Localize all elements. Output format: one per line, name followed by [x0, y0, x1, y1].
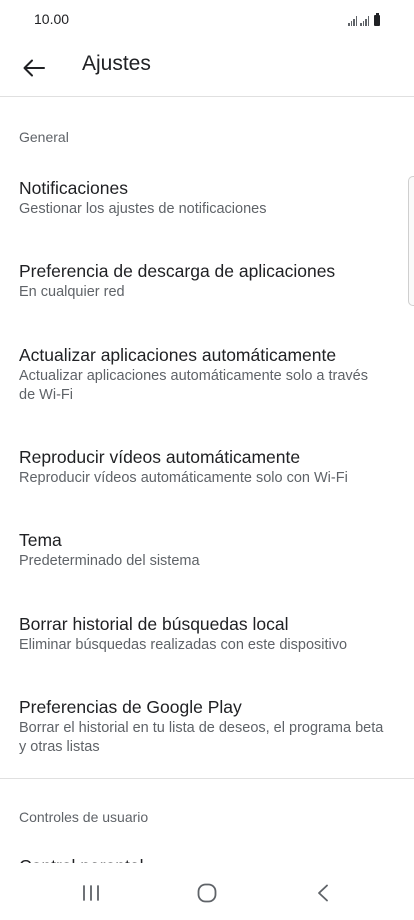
setting-title: Preferencia de descarga de aplicaciones: [19, 261, 336, 281]
app-bar: Ajustes: [0, 40, 414, 97]
setting-title: Reproducir vídeos automáticamente: [19, 447, 301, 467]
setting-subtitle: En cualquier red: [19, 284, 125, 300]
status-icons: [348, 12, 380, 26]
home-icon: [197, 883, 217, 903]
setting-subtitle: Reproducir vídeos automáticamente solo c…: [19, 470, 348, 486]
back-button[interactable]: [16, 50, 52, 86]
section-divider: [0, 778, 414, 779]
setting-actualizar-aplicaciones[interactable]: Actualizar aplicaciones automáticamente …: [0, 344, 414, 405]
setting-subtitle: Eliminar búsquedas realizadas con este d…: [19, 637, 348, 653]
section-header-controles-usuario: Controles de usuario: [19, 809, 149, 825]
setting-notificaciones[interactable]: Notificaciones Gestionar los ajustes de …: [0, 177, 414, 219]
home-button[interactable]: [187, 879, 227, 907]
setting-title: Control parental: [19, 855, 386, 863]
back-chevron-icon: [318, 884, 328, 902]
recents-button[interactable]: [71, 879, 111, 907]
setting-subtitle: Borrar el historial en tu lista de deseo…: [19, 720, 384, 755]
setting-control-parental[interactable]: Control parental: [0, 855, 414, 863]
setting-title: Preferencias de Google Play: [19, 697, 242, 717]
setting-borrar-historial[interactable]: Borrar historial de búsquedas local Elim…: [0, 613, 414, 655]
scrollbar[interactable]: [408, 176, 414, 306]
status-time: 10.00: [34, 11, 70, 27]
setting-title: Notificaciones: [19, 178, 128, 198]
settings-list[interactable]: General Notificaciones Gestionar los aju…: [0, 97, 414, 863]
signal-icon-2: [360, 16, 369, 26]
setting-title: Actualizar aplicaciones automáticamente: [19, 345, 337, 365]
signal-icon: [348, 16, 357, 26]
page-title: Ajustes: [82, 52, 151, 75]
setting-preferencias-google-play[interactable]: Preferencias de Google Play Borrar el hi…: [0, 696, 414, 757]
setting-reproducir-videos[interactable]: Reproducir vídeos automáticamente Reprod…: [0, 446, 414, 488]
setting-tema[interactable]: Tema Predeterminado del sistema: [0, 529, 414, 571]
recents-icon: [83, 885, 99, 901]
setting-preferencia-descarga[interactable]: Preferencia de descarga de aplicaciones …: [0, 260, 414, 302]
setting-subtitle: Actualizar aplicaciones automáticamente …: [19, 368, 368, 403]
status-bar: 10.00: [0, 0, 414, 40]
setting-title: Tema: [19, 530, 62, 550]
setting-subtitle: Predeterminado del sistema: [19, 553, 200, 569]
arrow-left-icon: [23, 59, 45, 77]
nav-back-button[interactable]: [303, 879, 343, 907]
battery-icon: [374, 13, 380, 26]
section-header-general: General: [19, 129, 69, 145]
setting-subtitle: Gestionar los ajustes de notificaciones: [19, 201, 267, 217]
navigation-bar: [0, 863, 414, 920]
setting-title: Borrar historial de búsquedas local: [19, 614, 289, 634]
